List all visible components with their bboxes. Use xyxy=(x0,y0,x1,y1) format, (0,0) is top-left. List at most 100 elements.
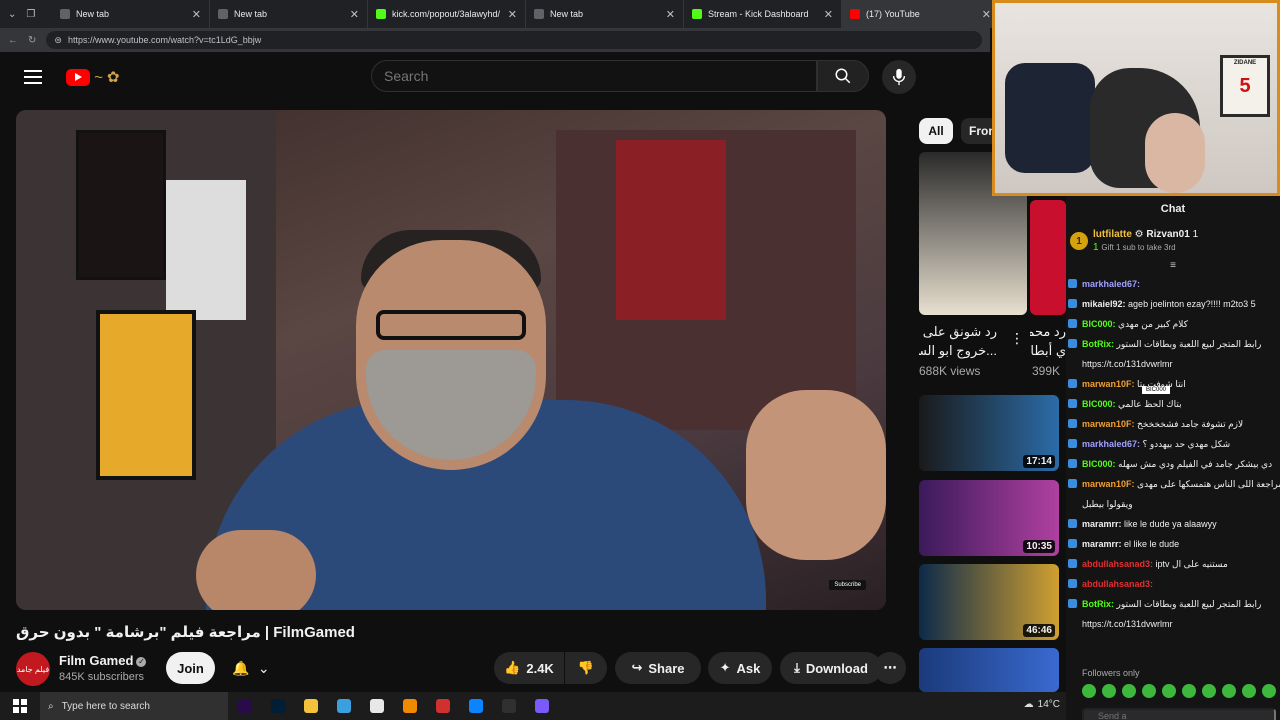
share-button[interactable]: ↪ Share xyxy=(615,652,701,684)
chat-username[interactable]: marwan10F: xyxy=(1082,379,1135,389)
youtube-icon xyxy=(850,9,860,19)
close-icon[interactable]: ✕ xyxy=(350,8,359,21)
download-button[interactable]: ⤓ Download xyxy=(780,652,882,684)
page-icon xyxy=(218,9,228,19)
chat-username[interactable]: maramrr: xyxy=(1082,519,1122,529)
chat-username[interactable]: marwan10F: xyxy=(1082,419,1135,429)
ask-button[interactable]: ✦ Ask xyxy=(708,652,772,684)
close-icon[interactable]: ✕ xyxy=(192,8,201,21)
search-input[interactable] xyxy=(371,60,817,92)
user-badge-icon xyxy=(1068,519,1077,528)
emote-icon[interactable] xyxy=(1202,684,1216,698)
tab-groups-icon[interactable]: ❐ xyxy=(26,9,35,20)
voice-search-button[interactable] xyxy=(882,60,916,94)
search-button[interactable] xyxy=(817,60,869,92)
emote-icon[interactable] xyxy=(1182,684,1196,698)
browser-tab[interactable]: Stream - Kick Dashboard ✕ xyxy=(684,0,842,28)
user-badge-icon xyxy=(1068,439,1077,448)
subscribe-watermark[interactable]: Subscribe xyxy=(829,580,866,590)
emote-icon[interactable] xyxy=(1122,684,1136,698)
chat-username[interactable]: BotRix: xyxy=(1082,599,1114,609)
recommended-thumbnail[interactable]: 17:14 xyxy=(919,395,1059,471)
gifter-name[interactable]: Rizvan01 xyxy=(1146,229,1189,240)
reload-icon[interactable]: ↻ xyxy=(28,35,36,46)
more-vertical-icon[interactable]: ⋮ xyxy=(1010,330,1024,347)
emote-icon[interactable] xyxy=(1142,684,1156,698)
chat-username[interactable]: BIC000: xyxy=(1082,459,1116,469)
close-icon[interactable]: ✕ xyxy=(982,8,991,21)
chip-all[interactable]: All xyxy=(919,118,953,144)
obs-icon[interactable] xyxy=(492,692,525,720)
video-player[interactable]: Subscribe xyxy=(16,110,886,610)
premiere-icon[interactable] xyxy=(228,692,261,720)
recommended-thumbnail[interactable]: 10:35 xyxy=(919,480,1059,556)
chat-input[interactable] xyxy=(1082,708,1276,720)
weather-widget[interactable]: ☁ 14°C xyxy=(1024,699,1060,710)
windows-taskbar: ⌕ Type here to search ☁ 14°C xyxy=(0,692,1066,720)
chat-username[interactable]: markhaled67: xyxy=(1082,279,1140,289)
recommended-title[interactable]: رد محمد xyxy=(1030,323,1066,340)
emote-icon[interactable] xyxy=(1082,684,1096,698)
close-icon[interactable]: ✕ xyxy=(824,8,833,21)
recommended-title-line2[interactable]: ي أبطال xyxy=(1030,342,1066,359)
taskbar-search[interactable]: ⌕ Type here to search xyxy=(40,692,228,720)
emote-icon[interactable] xyxy=(1102,684,1116,698)
tab-list-icon[interactable]: ⌄ xyxy=(8,9,16,20)
recommended-thumbnail[interactable]: 46:46 xyxy=(919,564,1059,640)
vlc-icon[interactable] xyxy=(393,692,426,720)
browser-tab[interactable]: New tab ✕ xyxy=(210,0,368,28)
chat-username[interactable]: abdullahsanad3: xyxy=(1082,579,1153,589)
hamburger-menu-icon[interactable] xyxy=(24,66,42,88)
gift-cta[interactable]: Gift 1 sub to take 3rd xyxy=(1101,243,1175,252)
collapse-icon[interactable]: ≡ xyxy=(1066,260,1280,274)
chat-username[interactable]: markhaled67: xyxy=(1082,439,1140,449)
wps-icon[interactable] xyxy=(426,692,459,720)
like-button[interactable]: 👍 2.4K xyxy=(494,652,564,684)
windows-start-icon[interactable] xyxy=(0,699,40,713)
chat-username[interactable]: abdullahsanad3: xyxy=(1082,559,1153,569)
browser-tab[interactable]: New tab ✕ xyxy=(52,0,210,28)
emote-icon[interactable] xyxy=(1262,684,1276,698)
weather-icon: ☁ xyxy=(1023,699,1034,710)
emote-icon[interactable] xyxy=(1242,684,1256,698)
join-button[interactable]: Join xyxy=(166,652,215,684)
browser-tab[interactable]: New tab ✕ xyxy=(526,0,684,28)
youtube-play-icon xyxy=(66,68,90,86)
sparkle-icon: ✦ xyxy=(719,660,731,675)
channel-name[interactable]: Film Gamed ✓ xyxy=(59,653,147,668)
chrome-icon[interactable] xyxy=(360,692,393,720)
recommended-title[interactable]: رد شونق على خروج ابو السعد xyxy=(919,323,997,340)
recommended-thumbnail[interactable] xyxy=(1030,200,1066,315)
site-info-icon[interactable]: ⊜ xyxy=(54,35,62,46)
chat-username[interactable]: BotRix: xyxy=(1082,339,1114,349)
top-gifter-name[interactable]: lutfilatte xyxy=(1093,229,1132,240)
recommended-thumbnail[interactable] xyxy=(919,648,1059,692)
subscribed-bell-button[interactable]: 🔔 ⌄ xyxy=(221,652,281,684)
notepad-icon[interactable] xyxy=(327,692,360,720)
chat-username[interactable]: mikaiel92: xyxy=(1082,299,1126,309)
edge-icon[interactable] xyxy=(459,692,492,720)
chat-username[interactable]: BIC000: xyxy=(1082,399,1116,409)
close-icon[interactable]: ✕ xyxy=(666,8,675,21)
emote-icon[interactable] xyxy=(1222,684,1236,698)
channel-avatar[interactable]: فيلم جامد xyxy=(16,652,50,686)
emote-icon[interactable] xyxy=(1162,684,1176,698)
address-bar[interactable]: ⊜ https://www.youtube.com/watch?v=tc1LdG… xyxy=(46,31,982,49)
back-icon[interactable]: ← xyxy=(8,35,18,46)
youtube-header: ~ ✿ xyxy=(0,52,990,102)
browser-tab[interactable]: kick.com/popout/3alawyhd/ ✕ xyxy=(368,0,526,28)
user-badge-icon xyxy=(1068,399,1077,408)
youtube-logo[interactable]: ~ ✿ xyxy=(66,68,120,86)
channel-name-text: Film Gamed xyxy=(59,653,134,668)
chat-username[interactable]: maramrr: xyxy=(1082,539,1122,549)
more-actions-button[interactable]: ⋯ xyxy=(874,652,906,684)
recommended-title-line2[interactable]: ...خروج ابو السعد xyxy=(919,342,997,359)
dislike-button[interactable]: 👎 xyxy=(565,652,607,684)
chat-username[interactable]: BIC000: xyxy=(1082,319,1116,329)
chat-username[interactable]: marwan10F: xyxy=(1082,479,1135,489)
photoshop-icon[interactable] xyxy=(261,692,294,720)
browser-tab-active[interactable]: (17) YouTube ✕ xyxy=(842,0,1000,28)
other-app-icon[interactable] xyxy=(525,692,558,720)
folder-icon[interactable] xyxy=(294,692,327,720)
close-icon[interactable]: ✕ xyxy=(508,8,517,21)
